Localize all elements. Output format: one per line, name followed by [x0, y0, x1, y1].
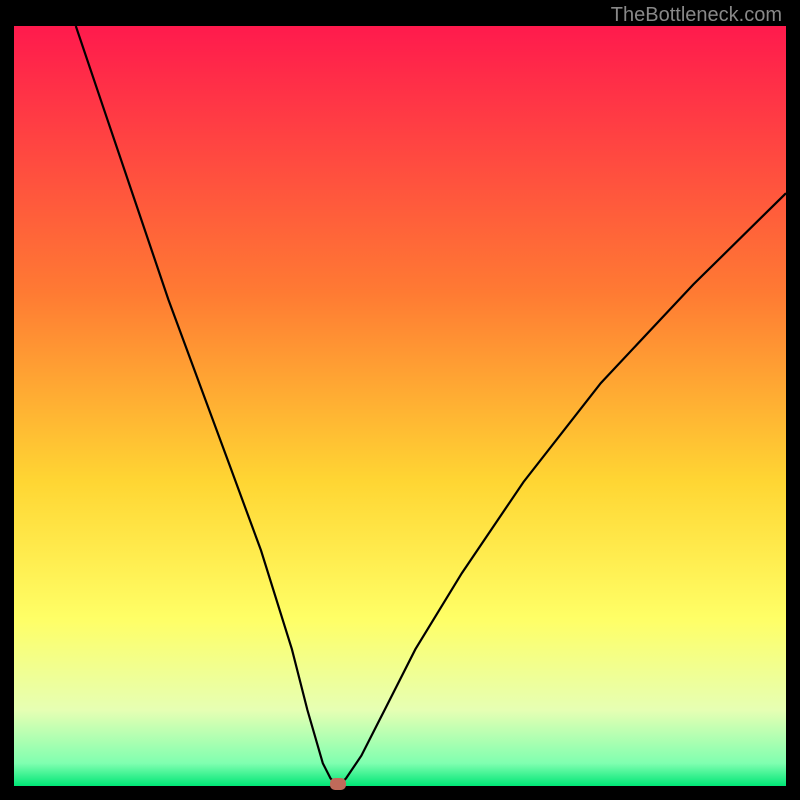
bottleneck-curve [14, 26, 786, 786]
optimal-point-marker [330, 778, 346, 790]
plot-frame [14, 26, 786, 786]
watermark-text: TheBottleneck.com [611, 4, 782, 27]
